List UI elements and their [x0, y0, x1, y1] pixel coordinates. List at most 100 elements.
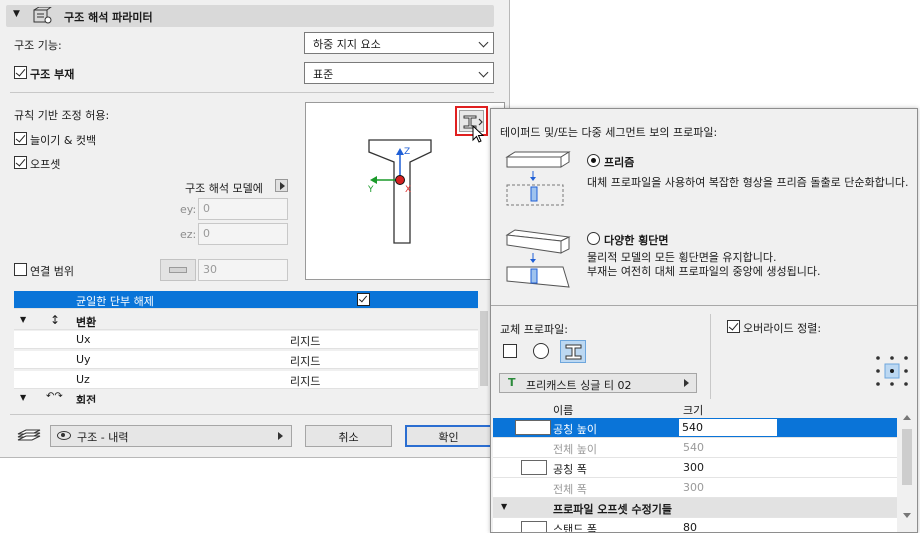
profile-offset-group-row[interactable]: ▼ 프로파일 오프셋 수정기들 [493, 498, 897, 518]
parameter-link-icon [521, 460, 547, 475]
structural-member-value: 표준 [313, 68, 334, 81]
collapse-arrow-icon[interactable]: ▼ [13, 9, 20, 19]
nominal-height-input[interactable]: 540 [679, 419, 777, 436]
ok-button[interactable]: 확인 [405, 425, 492, 447]
varied-section-radio[interactable] [587, 232, 600, 245]
chevron-down-icon [478, 67, 489, 78]
table-row[interactable]: 공칭 폭 300 [493, 458, 897, 478]
divider [10, 414, 494, 415]
column-size-header: 크기 [683, 404, 704, 417]
table-row[interactable]: 공칭 높이 540 [493, 418, 897, 438]
structural-function-label: 구조 기능: [14, 39, 62, 52]
rectangle-profile-button[interactable] [503, 344, 517, 358]
table-row[interactable]: Uy 리지드 [14, 351, 478, 369]
uniform-release-checkbox[interactable] [357, 293, 370, 306]
row-name: Uz [76, 373, 90, 386]
extend-cut-checkbox[interactable] [14, 132, 27, 145]
cancel-button[interactable]: 취소 [305, 425, 392, 447]
eye-pupil [61, 433, 65, 437]
structural-member-checkbox[interactable] [14, 66, 27, 79]
svg-text:Y: Y [367, 185, 374, 195]
table-row[interactable]: Ux 리지드 [14, 331, 478, 349]
layers-icon [17, 429, 41, 441]
row-name: 전체 높이 [553, 443, 597, 456]
prism-radio[interactable] [587, 154, 600, 167]
structural-function-value: 하중 지지 요소 [313, 38, 381, 51]
row-name: 공칭 폭 [553, 463, 587, 476]
table-row[interactable]: 전체 폭 300 [493, 478, 897, 498]
alignment-anchor-icon[interactable] [874, 354, 910, 388]
table-row[interactable]: 전체 높이 540 [493, 438, 897, 458]
expand-arrow-icon[interactable]: ▼ [20, 393, 26, 402]
circle-profile-button[interactable] [533, 343, 549, 359]
row-value: 80 [683, 521, 697, 533]
rotation-label: 회전 [76, 394, 97, 404]
play-arrow-icon [280, 182, 285, 190]
analytic-model-arrow-button[interactable] [275, 179, 288, 192]
divider [491, 305, 917, 306]
structural-function-select[interactable]: 하중 지지 요소 [304, 32, 494, 54]
scroll-up-icon[interactable] [903, 415, 911, 420]
prism-description: 대체 프로파일을 사용하여 복잡한 형상을 프리즘 돌출로 단순화합니다. [587, 176, 909, 189]
profile-value: 프리캐스트 싱글 티 02 [526, 379, 632, 392]
varied-section-desc2: 부재는 여전히 대체 프로파일의 중앙에 생성됩니다. [587, 265, 821, 278]
connection-range-field[interactable]: 30 [198, 259, 288, 281]
rotation-icon: ↶↷ [46, 391, 63, 402]
override-alignment-checkbox[interactable] [727, 320, 740, 333]
precast-profile-icon: T [508, 376, 516, 389]
expand-arrow-icon[interactable]: ▼ [501, 502, 507, 511]
section-title: 구조 해석 파라미터 [64, 11, 153, 24]
profile-popup: 테이퍼드 및/또는 다중 세그먼트 보의 프로파일: 프리즘 대체 프로파일을 … [490, 108, 918, 533]
custom-profile-button[interactable] [560, 340, 586, 363]
expand-arrow-icon[interactable]: ▼ [20, 315, 26, 324]
override-alignment-label: 오버라이드 정렬: [743, 322, 822, 335]
section-header[interactable]: ▼ 구조 해석 파라미터 [6, 5, 494, 27]
row-value: 리지드 [290, 335, 321, 348]
offset-checkbox[interactable] [14, 156, 27, 169]
ez-field[interactable]: 0 [198, 223, 288, 245]
scroll-down-icon[interactable] [903, 513, 911, 518]
layer-value: 구조 - 내력 [77, 431, 129, 444]
ey-field[interactable]: 0 [198, 198, 288, 220]
table-row[interactable]: 스탠드 폭 80 [493, 518, 897, 533]
row-value: 300 [683, 481, 704, 494]
table-header-row: 이름 크기 [493, 399, 897, 419]
rule-based-label: 규칙 기반 조정 허용: [14, 109, 110, 122]
layer-select[interactable]: 구조 - 내력 [50, 425, 292, 447]
parameter-link-icon [515, 420, 551, 435]
scrollbar-thumb[interactable] [480, 311, 488, 386]
check-mark-icon [358, 293, 368, 303]
row-name: 스탠드 폭 [553, 523, 597, 533]
vertical-divider [710, 314, 711, 404]
play-arrow-icon [684, 379, 689, 387]
translation-group-row[interactable]: ▼ ↕ 변환 [14, 312, 478, 330]
table-scrollbar[interactable] [478, 291, 490, 404]
structure-settings-icon [33, 7, 52, 24]
rotation-group-row[interactable]: ▼ ↶↷ 회전 [14, 391, 478, 404]
structural-member-select[interactable]: 표준 [304, 62, 494, 84]
parameter-link-icon [521, 521, 547, 532]
extend-cut-label: 늘이기 & 컷백 [30, 134, 97, 147]
cursor-icon [472, 125, 485, 143]
table-scrollbar[interactable] [897, 399, 917, 532]
row-name: 공칭 높이 [553, 423, 597, 436]
uniform-release-row[interactable]: 균일한 단부 해제 [14, 291, 478, 309]
offset-label: 오프셋 [30, 158, 61, 171]
connection-range-checkbox[interactable] [14, 263, 27, 276]
connection-range-label: 연결 범위 [30, 265, 74, 278]
uniform-release-label: 균일한 단부 해제 [76, 295, 154, 308]
link-button[interactable] [160, 259, 196, 281]
table-row[interactable]: Uz 리지드 [14, 371, 478, 389]
row-value: 540 [683, 441, 704, 454]
row-value: 리지드 [290, 355, 321, 368]
svg-text:Z: Z [404, 147, 410, 157]
scrollbar-thumb[interactable] [902, 429, 912, 485]
row-name: Uy [76, 353, 91, 366]
row-value: 리지드 [290, 375, 321, 388]
link-icon [169, 267, 187, 273]
ey-label: ey: [180, 203, 197, 216]
profile-select[interactable]: T 프리캐스트 싱글 티 02 [499, 373, 697, 393]
divider [10, 92, 494, 93]
ez-label: ez: [180, 228, 197, 241]
varied-section-label: 다양한 횡단면 [604, 234, 669, 247]
